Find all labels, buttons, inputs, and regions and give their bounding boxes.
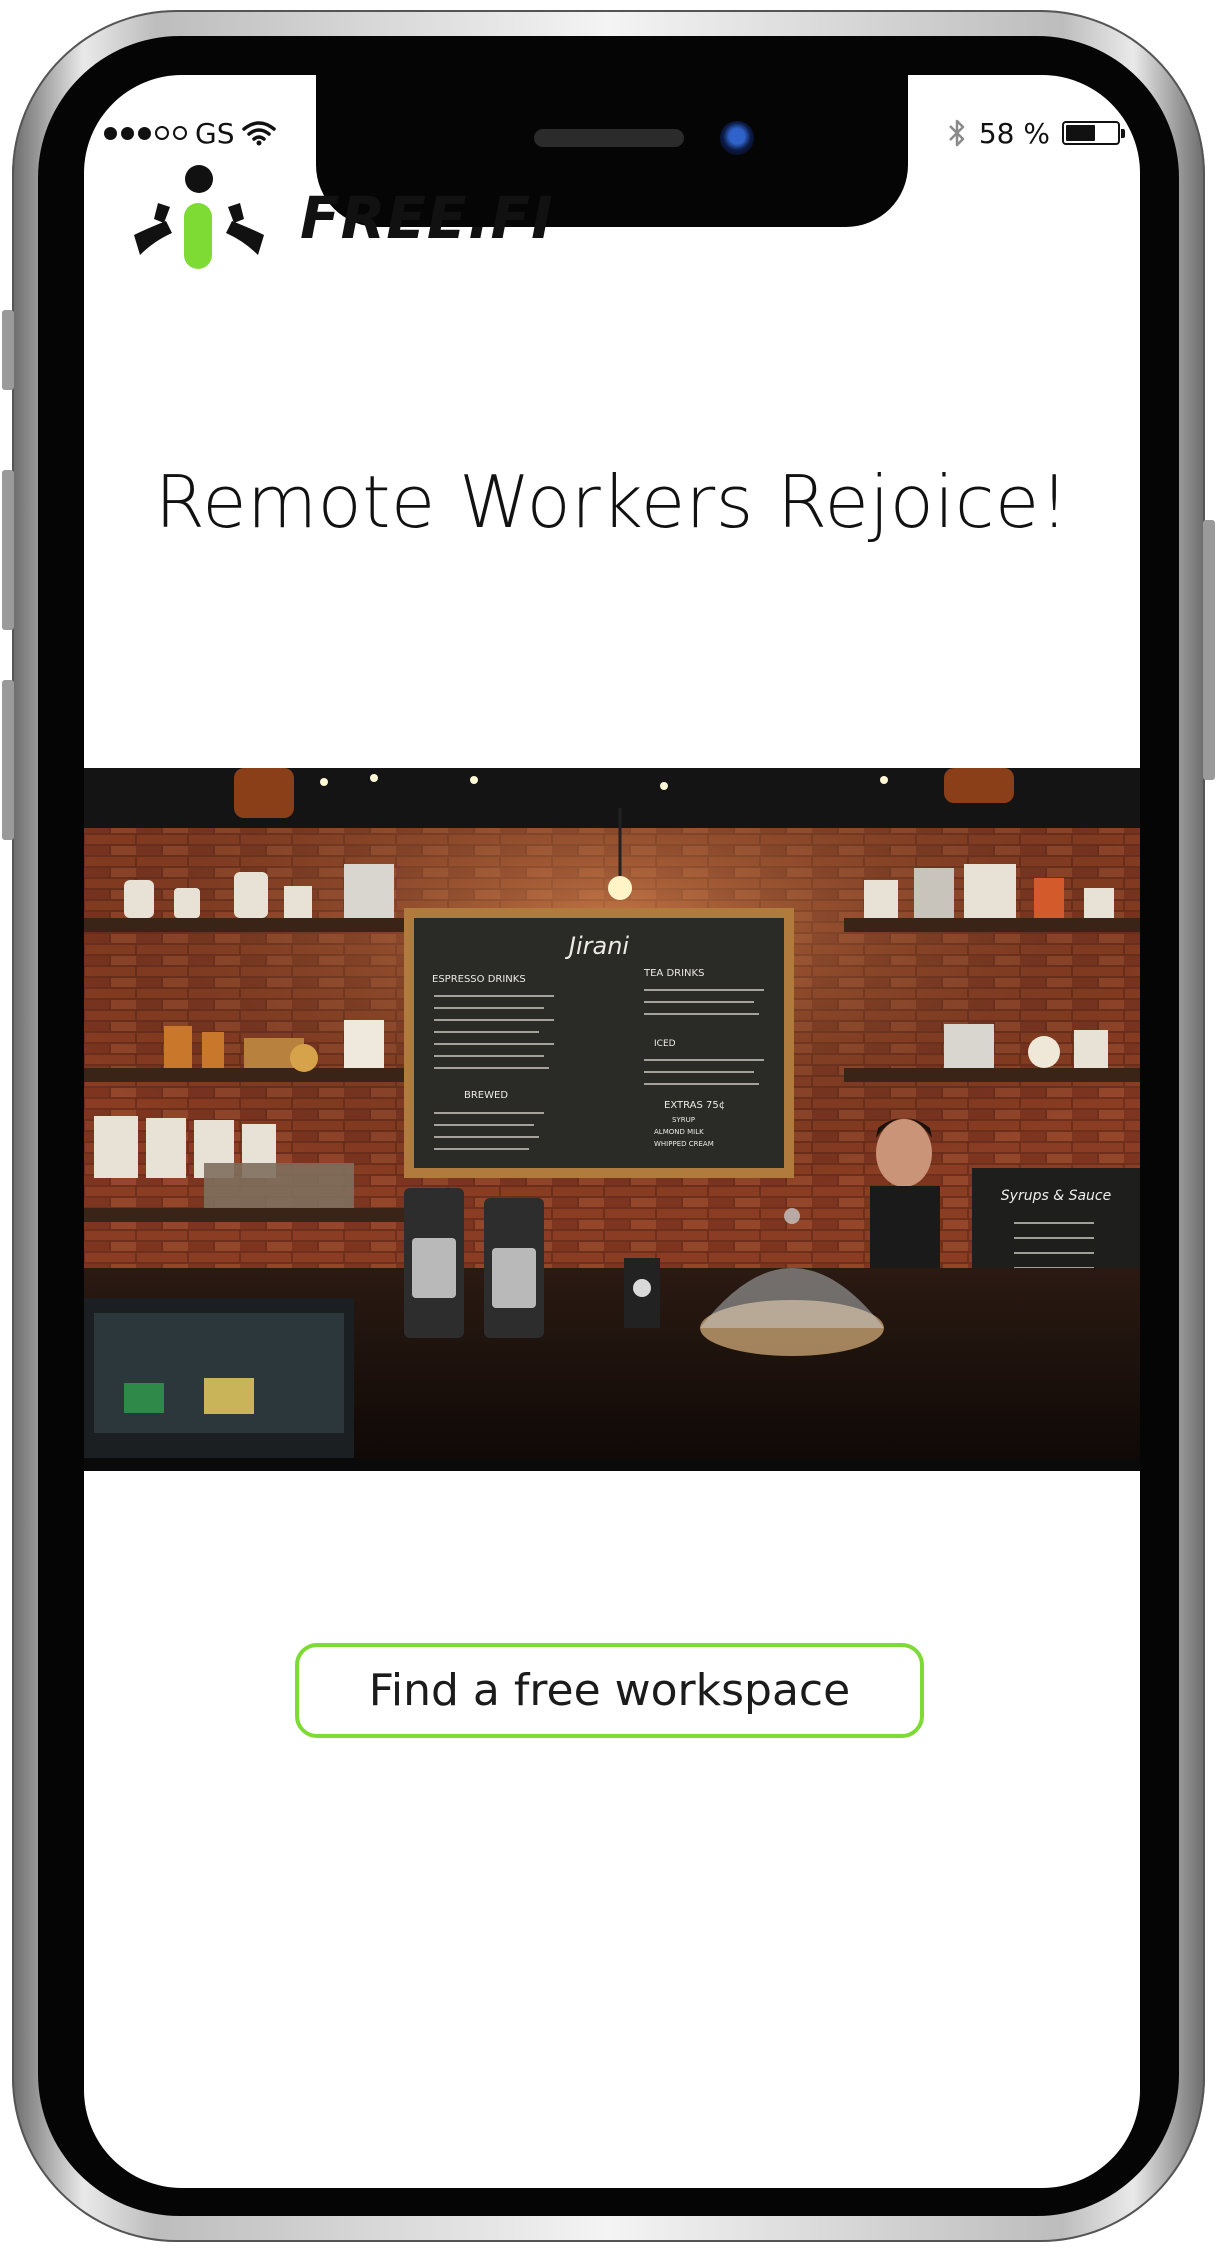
- page-headline: Remote Workers Rejoice!: [154, 460, 1070, 544]
- chalk-heading-espresso: ESPRESSO DRINKS: [432, 974, 526, 985]
- brand-name: FREE.FI: [300, 184, 554, 252]
- phone-screen: GS 58 % FREE.FI Remote Workers Rejoice! …: [84, 75, 1140, 2188]
- small-board-title: Syrups & Sauce: [1001, 1188, 1111, 1204]
- battery-percent: 58 %: [978, 116, 1050, 150]
- chalk-heading-brewed: BREWED: [464, 1090, 508, 1101]
- coffee-shop-illustration: Jirani ESPRESSO DRINKS TEA DRINKS BREWED…: [84, 768, 1140, 1471]
- hero-image: Jirani ESPRESSO DRINKS TEA DRINKS BREWED…: [84, 768, 1140, 1471]
- chalkboard-sign: Jirani: [565, 932, 630, 960]
- chalk-extras-item: ALMOND MILK: [654, 1128, 704, 1136]
- signal-dots-icon: [104, 126, 187, 140]
- mute-switch: [2, 310, 14, 390]
- chalk-extras-item: SYRUP: [672, 1116, 695, 1124]
- status-bar-right: 58 %: [947, 115, 1125, 151]
- volume-up-button: [2, 470, 14, 630]
- chalk-extras-item: WHIPPED CREAM: [654, 1140, 714, 1148]
- chalk-heading-tea: TEA DRINKS: [643, 968, 704, 979]
- bluetooth-icon: [948, 119, 965, 147]
- chalk-heading-iced: ICED: [654, 1039, 676, 1049]
- front-camera: [720, 121, 754, 155]
- battery-icon: [1062, 121, 1125, 145]
- brand-logo[interactable]: FREE.FI: [124, 163, 554, 273]
- wifi-icon: [242, 121, 277, 146]
- person-figure-logo: [134, 165, 264, 269]
- earpiece-speaker: [534, 129, 684, 147]
- carrier-label: GS: [195, 116, 235, 150]
- status-bar-left: GS: [104, 115, 277, 151]
- volume-down-button: [2, 680, 14, 840]
- find-workspace-button[interactable]: Find a free workspace: [295, 1643, 924, 1738]
- chalk-heading-extras: EXTRAS 75¢: [664, 1100, 725, 1111]
- power-button: [1203, 520, 1215, 780]
